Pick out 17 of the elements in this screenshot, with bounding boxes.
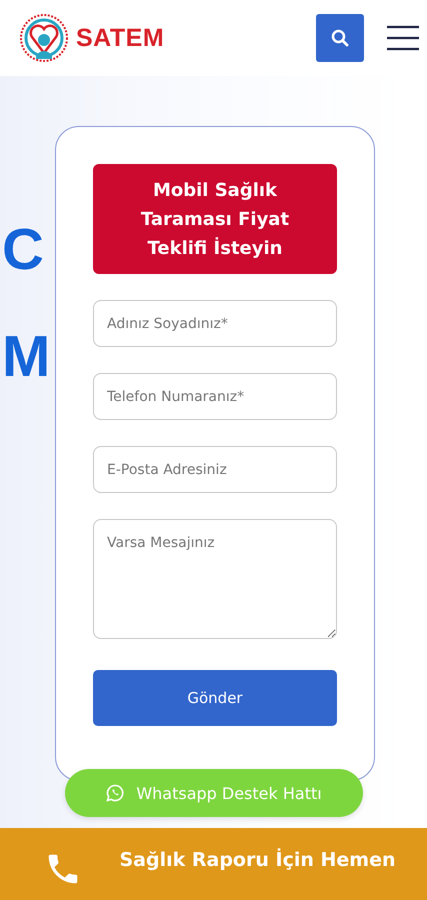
chat-bubble-icon — [106, 784, 124, 802]
menu-icon — [387, 25, 419, 51]
text-field[interactable]: E-Posta Adresiniz — [93, 446, 337, 493]
logo-icon — [18, 13, 70, 63]
menu-button[interactable] — [386, 23, 420, 53]
form-title: Mobil Sağlık Taraması Fiyat Teklifi İsteyin — [93, 164, 337, 274]
hero-heading: M — [2, 331, 50, 383]
hero-heading: C — [2, 224, 44, 276]
call-bar[interactable]: Sağlık Raporu İçin Hemen — [0, 828, 427, 900]
search-icon — [331, 29, 349, 47]
submit-button[interactable]: Gönder — [93, 670, 337, 726]
brand-name: SATEM — [76, 24, 164, 52]
whatsapp-button[interactable]: Whatsapp Destek Hattı — [65, 769, 363, 817]
message-field[interactable]: Varsa Mesajınız — [93, 519, 337, 639]
text-field[interactable]: Telefon Numaranız* — [93, 373, 337, 420]
search-button[interactable] — [316, 14, 364, 62]
text-field[interactable]: Adınız Soyadınız* — [93, 300, 337, 347]
